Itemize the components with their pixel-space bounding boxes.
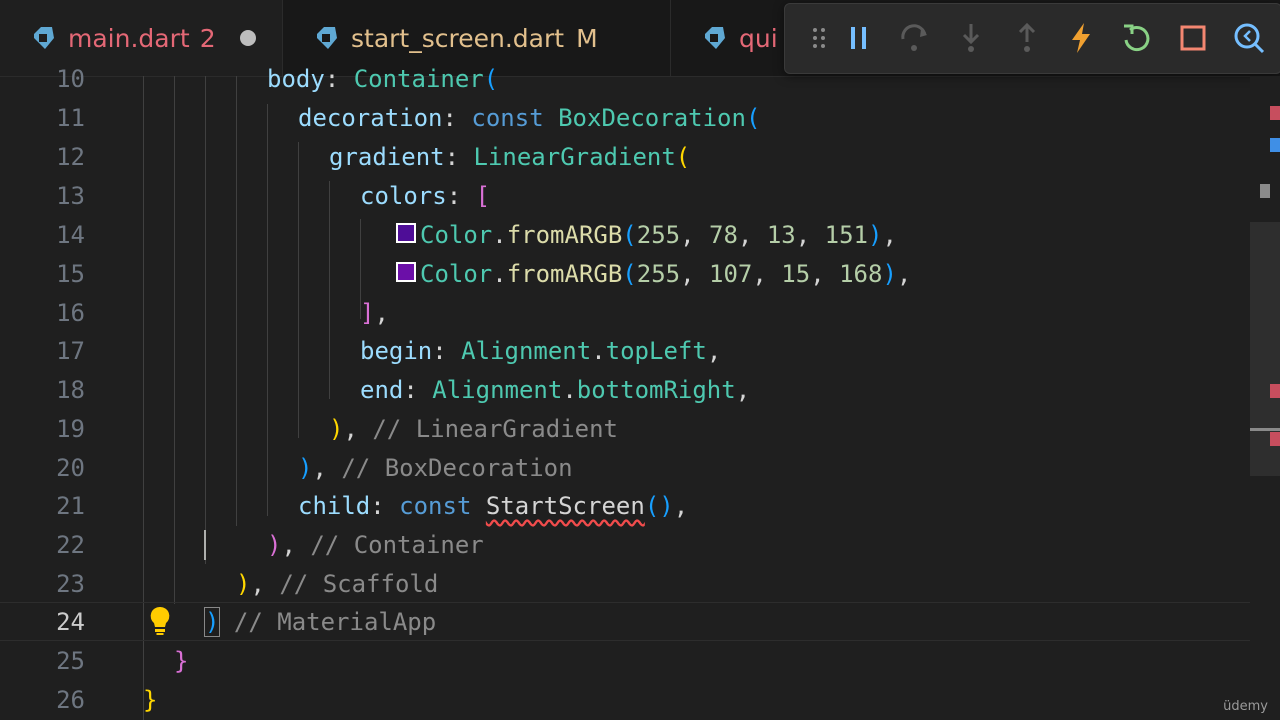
dart-icon: [317, 27, 337, 49]
code-text: end: Alignment.bottomRight,: [360, 376, 751, 404]
code-line: 11 decoration: const BoxDecoration(: [0, 99, 1250, 138]
lightning-icon: [1072, 23, 1090, 53]
code-line: 23 ), // Scaffold: [0, 565, 1250, 604]
tab-label: main.dart: [68, 23, 190, 53]
modified-badge: M: [576, 23, 598, 53]
color-swatch-icon[interactable]: [396, 223, 416, 243]
code-text: child: const StartScreen(),: [298, 492, 689, 520]
step-into-button[interactable]: [951, 18, 991, 58]
line-number: 20: [56, 454, 85, 482]
code-line: 18 end: Alignment.bottomRight,: [0, 371, 1250, 410]
dart-icon: [34, 27, 54, 49]
code-line: 20 ), // BoxDecoration: [0, 449, 1250, 488]
tab-label: qui: [739, 23, 778, 53]
code-text: decoration: const BoxDecoration(: [298, 104, 761, 132]
code-text: }: [174, 647, 189, 675]
code-line: 25 }: [0, 642, 1250, 681]
current-position-marker: [1250, 428, 1280, 431]
pause-icon: [851, 27, 866, 49]
line-number: 13: [56, 182, 85, 210]
vertical-scrollbar[interactable]: [1250, 76, 1280, 720]
code-line: 22 ), // Container: [0, 526, 1250, 565]
line-number: 22: [56, 531, 85, 559]
code-line: 13 colors: [: [0, 177, 1250, 216]
code-text: begin: Alignment.topLeft,: [360, 337, 722, 365]
code-text: Color.fromARGB(255, 78, 13, 151),: [396, 216, 897, 255]
code-editor[interactable]: 10 body: Container( 11 decoration: const…: [0, 65, 1250, 720]
unsaved-dot-icon[interactable]: [239, 30, 256, 46]
code-line: 19 ), // LinearGradient: [0, 410, 1250, 449]
line-number: 17: [56, 337, 85, 365]
line-number: 25: [56, 647, 85, 675]
line-number: 23: [56, 570, 85, 598]
error-squiggle: StartScreen: [485, 492, 645, 520]
code-text: ],: [360, 299, 389, 327]
cursor-marker: [1260, 184, 1270, 198]
line-number: 19: [56, 415, 85, 443]
devtools-button[interactable]: [1229, 18, 1269, 58]
watermark-logo: üdemy: [1223, 699, 1268, 714]
code-line: 26 }: [0, 681, 1250, 720]
step-out-button[interactable]: [1007, 18, 1047, 58]
restart-button[interactable]: [1117, 18, 1157, 58]
code-text: ), // Container: [267, 531, 484, 559]
code-text: ), // LinearGradient: [329, 415, 618, 443]
color-swatch-icon[interactable]: [396, 262, 416, 282]
line-number: 14: [56, 221, 85, 249]
code-text: gradient: LinearGradient(: [329, 143, 691, 171]
code-line: 21 child: const StartScreen(),: [0, 487, 1250, 526]
pause-button[interactable]: [839, 18, 879, 58]
code-line: 12 gradient: LinearGradient(: [0, 138, 1250, 177]
error-marker: [1270, 106, 1280, 120]
dart-icon: [705, 27, 725, 49]
error-marker: [1270, 432, 1280, 446]
hot-reload-button[interactable]: [1061, 18, 1101, 58]
restart-icon: [1124, 24, 1150, 52]
line-number: 24: [56, 608, 85, 636]
line-number: 16: [56, 299, 85, 327]
code-line: 15 Color.fromARGB(255, 107, 15, 168),: [0, 255, 1250, 294]
lightbulb-icon[interactable]: [148, 605, 172, 637]
code-text: colors: [: [360, 182, 491, 210]
line-number: 15: [56, 260, 85, 288]
code-line: 16 ],: [0, 294, 1250, 333]
line-number: 26: [56, 686, 85, 714]
line-number: 10: [56, 65, 85, 93]
code-line-current: 24 ) // MaterialApp: [0, 603, 1250, 642]
stop-icon: [1180, 25, 1206, 51]
code-text: ) // MaterialApp: [203, 607, 437, 637]
problem-count-badge: 2: [199, 23, 216, 53]
code-line: 10 body: Container(: [0, 60, 1250, 99]
code-text: ), // Scaffold: [236, 570, 439, 598]
info-marker: [1270, 138, 1280, 152]
text-cursor: [204, 530, 206, 560]
tab-label: start_screen.dart: [351, 23, 565, 53]
matched-bracket: ): [203, 607, 221, 637]
stop-button[interactable]: [1173, 18, 1213, 58]
step-over-icon: [901, 24, 927, 51]
step-into-icon: [962, 24, 980, 52]
code-line: 17 begin: Alignment.topLeft,: [0, 332, 1250, 371]
code-text: Color.fromARGB(255, 107, 15, 168),: [396, 255, 911, 294]
step-out-icon: [1018, 22, 1036, 52]
line-number: 11: [56, 104, 85, 132]
error-marker: [1270, 384, 1280, 398]
line-number: 21: [56, 492, 85, 520]
code-line: 14 Color.fromARGB(255, 78, 13, 151),: [0, 216, 1250, 255]
step-over-button[interactable]: [895, 18, 935, 58]
line-number: 18: [56, 376, 85, 404]
drag-handle-icon[interactable]: [799, 18, 839, 58]
code-text: }: [143, 686, 158, 714]
line-number: 12: [56, 143, 85, 171]
code-text: body: Container(: [267, 65, 499, 93]
devtools-icon: [1234, 23, 1265, 54]
code-text: ), // BoxDecoration: [298, 454, 573, 482]
